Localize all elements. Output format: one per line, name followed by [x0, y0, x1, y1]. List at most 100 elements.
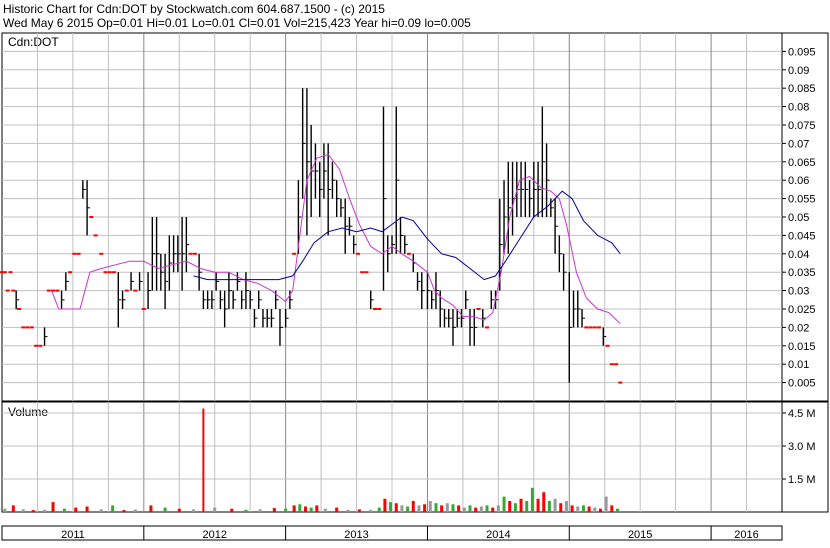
volume-bar: [244, 509, 248, 512]
volume-bar: [369, 509, 373, 512]
volume-bar: [149, 505, 153, 512]
volume-bar: [581, 505, 585, 512]
volume-bar: [417, 505, 421, 512]
volume-bar: [610, 505, 614, 512]
volume-bar: [451, 504, 455, 512]
price-tick-label: 0.035: [788, 267, 816, 279]
price-tick-label: 0.045: [788, 230, 816, 242]
price-tick-label: 0.05: [788, 212, 809, 224]
price-tick-label: 0.04: [788, 249, 809, 261]
volume-bar: [357, 509, 361, 512]
volume-bar: [292, 505, 296, 512]
volume-bar: [547, 501, 551, 512]
volume-bar: [111, 505, 115, 512]
price-panel-title: Cdn:DOT: [8, 35, 59, 49]
price-tick-label: 0.09: [788, 65, 809, 77]
price-tick-label: 0.075: [788, 120, 816, 132]
volume-bar: [576, 506, 580, 512]
volume-bar: [3, 508, 7, 512]
volume-bar: [604, 496, 608, 512]
volume-bar: [309, 507, 313, 512]
volume-bar: [213, 507, 217, 512]
volume-bar: [377, 507, 381, 512]
volume-bar: [530, 487, 534, 512]
volume-bar: [335, 507, 339, 512]
historic-chart: Historic Chart for Cdn:DOT by Stockwatch…: [0, 0, 830, 543]
year-label: 2016: [734, 529, 758, 541]
volume-bar: [323, 508, 327, 512]
volume-bar: [303, 506, 307, 512]
volume-bar: [496, 505, 500, 512]
volume-tick-label: 3.0 M: [788, 441, 816, 453]
volume-bar: [406, 506, 410, 512]
volume-bar: [462, 507, 466, 512]
volume-bar: [536, 498, 540, 512]
chart-canvas: Historic Chart for Cdn:DOT by Stockwatch…: [0, 2, 829, 541]
volume-bar: [485, 505, 489, 512]
volume-bar: [440, 505, 444, 512]
volume-bar: [423, 504, 427, 512]
volume-bar: [428, 501, 432, 512]
volume-bar: [615, 508, 619, 512]
volume-bar: [491, 507, 495, 512]
price-tick-label: 0.01: [788, 359, 809, 371]
volume-bar: [400, 505, 404, 512]
volume-bar: [468, 505, 472, 512]
volume-bar: [519, 498, 523, 512]
volume-bar: [570, 505, 574, 512]
volume-bar: [445, 503, 449, 512]
volume-bar: [553, 498, 557, 512]
price-tick-label: 0.095: [788, 46, 816, 58]
volume-bar: [298, 504, 302, 512]
year-label: 2011: [61, 529, 85, 541]
price-grid: [2, 33, 782, 401]
volume-tick-label: 1.5 M: [788, 474, 816, 486]
year-label: 2014: [486, 529, 510, 541]
volume-bar: [230, 508, 234, 512]
volume-bar: [389, 502, 393, 512]
price-tick-label: 0.025: [788, 304, 816, 316]
volume-bar: [31, 510, 35, 512]
volume-bar: [411, 501, 415, 512]
volume-bar: [434, 503, 438, 512]
volume-tick-label: 4.5 M: [788, 408, 816, 420]
volume-grid: [2, 402, 782, 512]
volume-bar: [542, 492, 546, 512]
price-tick-label: 0.08: [788, 102, 809, 114]
volume-bar: [593, 507, 597, 512]
volume-bar: [457, 505, 461, 512]
volume-bar: [43, 509, 47, 512]
volume-bar: [508, 501, 512, 512]
volume-bar: [99, 509, 103, 512]
price-axis-ticks: 0.095 0.09 0.085 0.08 0.075 0.07 0.065 0.06 0.05…: [782, 46, 816, 390]
volume-bar: [383, 498, 387, 512]
volume-bar: [74, 507, 78, 512]
volume-bar: [272, 508, 276, 512]
year-label: 2015: [628, 529, 652, 541]
price-tick-label: 0.005: [788, 378, 816, 390]
volume-bar: [598, 508, 602, 512]
volume-panel-title: Volume: [8, 405, 48, 419]
price-tick-label: 0.07: [788, 138, 809, 150]
year-axis-frame: [1, 525, 783, 541]
volume-bar: [62, 508, 66, 512]
volume-bar: [163, 507, 167, 512]
year-label: 2012: [202, 529, 226, 541]
price-tick-label: 0.085: [788, 83, 816, 95]
volume-bar: [202, 408, 205, 512]
volume-bar: [284, 508, 288, 512]
price-tick-label: 0.06: [788, 175, 809, 187]
volume-bars: [3, 408, 619, 512]
volume-bar: [21, 509, 25, 512]
price-tick-label: 0.015: [788, 341, 816, 353]
volume-bar: [191, 509, 195, 512]
volume-bar: [177, 508, 181, 512]
volume-bar: [258, 509, 262, 512]
volume-bar: [502, 496, 506, 512]
price-tick-label: 0.02: [788, 322, 809, 334]
price-tick-label: 0.055: [788, 194, 816, 206]
volume-bar: [133, 509, 137, 512]
price-tick-label: 0.03: [788, 286, 809, 298]
chart-header-line2: Wed May 6 2015 Op=0.01 Hi=0.01 Lo=0.01 C…: [3, 16, 471, 30]
volume-bar: [122, 510, 126, 512]
